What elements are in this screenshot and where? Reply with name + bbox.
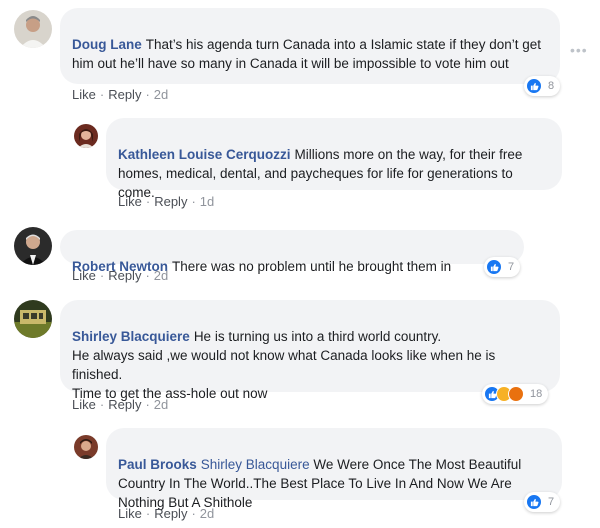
like-reaction-icon: [526, 78, 542, 94]
comment-author[interactable]: Paul Brooks: [118, 457, 197, 472]
reaction-count: 8: [548, 80, 555, 92]
comment-actions: Like · Reply · 2d: [72, 397, 168, 412]
avatar[interactable]: [14, 10, 52, 48]
reply-button[interactable]: Reply: [154, 506, 187, 521]
avatar-kathleen-icon: [74, 124, 98, 148]
reply-button[interactable]: Reply: [108, 87, 141, 102]
avatar-doug-lane-icon: [14, 10, 52, 48]
separator: ·: [191, 506, 196, 521]
comment-text: That’s his agenda turn Canada into a Isl…: [72, 37, 541, 71]
like-reaction-icon: [526, 494, 542, 510]
comment-author[interactable]: Doug Lane: [72, 37, 142, 52]
avatar[interactable]: [74, 435, 98, 459]
reaction-summary[interactable]: 18: [482, 384, 549, 404]
comment-actions: Like · Reply · 2d: [72, 268, 168, 283]
reply-button[interactable]: Reply: [154, 194, 187, 209]
like-button[interactable]: Like: [72, 268, 96, 283]
avatar-shirley-icon: [14, 300, 52, 338]
separator: ·: [145, 87, 150, 102]
like-button[interactable]: Like: [118, 506, 142, 521]
like-button[interactable]: Like: [72, 397, 96, 412]
reaction-summary[interactable]: 7: [524, 492, 561, 512]
avatar-robert-newton-icon: [14, 227, 52, 265]
timestamp[interactable]: 2d: [154, 87, 168, 102]
reply-button[interactable]: Reply: [108, 397, 141, 412]
reaction-count: 18: [530, 388, 543, 400]
comment-actions: Like · Reply · 2d: [72, 87, 168, 102]
timestamp[interactable]: 2d: [200, 506, 214, 521]
comment-author[interactable]: Kathleen Louise Cerquozzi: [118, 147, 291, 162]
reaction-count: 7: [508, 261, 515, 273]
separator: ·: [99, 268, 105, 283]
more-options-icon[interactable]: •••: [570, 42, 588, 58]
separator: ·: [191, 194, 196, 209]
comment-bubble: Shirley Blacquiere He is turning us into …: [60, 300, 560, 401]
timestamp[interactable]: 1d: [200, 194, 214, 209]
comment-bubble: Robert Newton There was no problem until …: [60, 230, 524, 274]
reaction-summary[interactable]: 8: [524, 76, 561, 96]
like-button[interactable]: Like: [72, 87, 96, 102]
avatar[interactable]: [74, 124, 98, 148]
comment-bubble: Kathleen Louise Cerquozzi Millions more o…: [106, 118, 562, 200]
angry-reaction-icon: [508, 386, 524, 402]
comment-actions: Like · Reply · 2d: [118, 506, 214, 521]
avatar[interactable]: [14, 300, 52, 338]
separator: ·: [145, 397, 150, 412]
comment-text: There was no problem until he brought th…: [172, 259, 452, 274]
timestamp[interactable]: 2d: [154, 397, 168, 412]
like-button[interactable]: Like: [118, 194, 142, 209]
separator: ·: [99, 397, 105, 412]
mention-link[interactable]: Shirley Blacquiere: [201, 457, 310, 472]
comment-bubble: Doug Lane That’s his agenda turn Canada i…: [60, 8, 560, 84]
like-reaction-icon: [486, 259, 502, 275]
comment-actions: Like · Reply · 1d: [118, 194, 214, 209]
reaction-summary[interactable]: 7: [484, 257, 521, 277]
reaction-count: 7: [548, 496, 555, 508]
avatar-paul-brooks-icon: [74, 435, 98, 459]
separator: ·: [145, 506, 151, 521]
separator: ·: [145, 268, 150, 283]
separator: ·: [99, 87, 105, 102]
separator: ·: [145, 194, 151, 209]
reply-button[interactable]: Reply: [108, 268, 141, 283]
comment-author[interactable]: Shirley Blacquiere: [72, 329, 190, 344]
avatar[interactable]: [14, 227, 52, 265]
timestamp[interactable]: 2d: [154, 268, 168, 283]
comment-bubble: Paul Brooks Shirley Blacquiere We Were On…: [106, 428, 562, 510]
